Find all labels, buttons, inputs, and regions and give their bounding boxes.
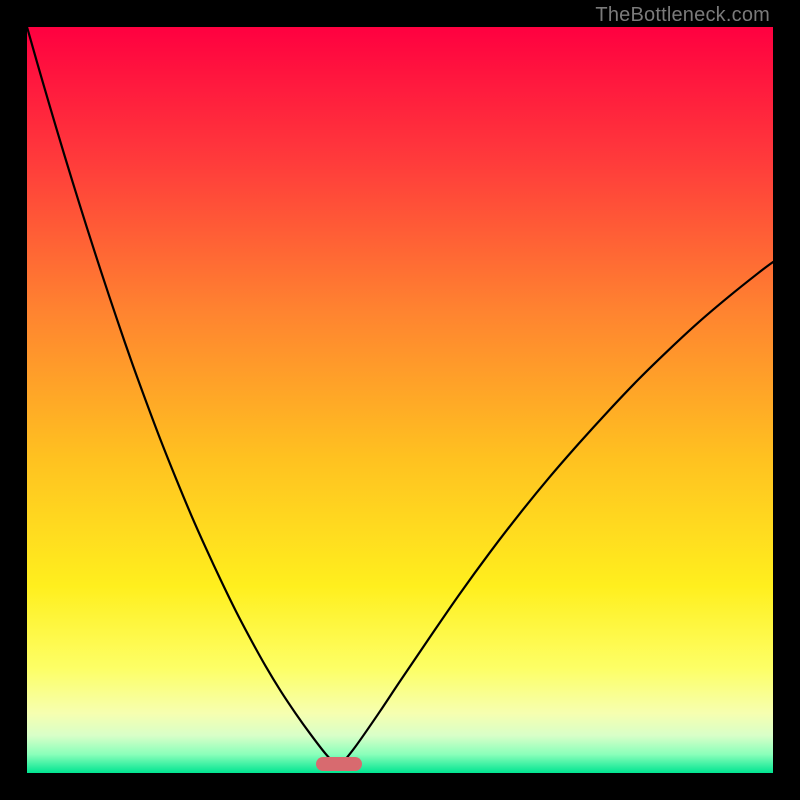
plot-area (27, 27, 773, 773)
watermark-text: TheBottleneck.com (595, 4, 770, 27)
chart-container: TheBottleneck.com (0, 0, 800, 800)
optimum-marker (316, 757, 362, 771)
bottleneck-curve (27, 27, 773, 773)
